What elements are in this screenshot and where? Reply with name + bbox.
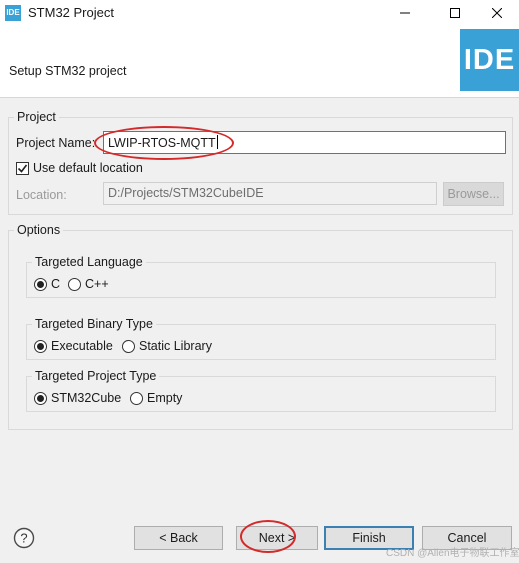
radio-button [122,339,135,353]
targeted-language-title: Targeted Language [32,255,146,269]
radio-project-stm32cube-label: STM32Cube [51,391,122,405]
svg-text:?: ? [20,531,27,546]
radio-button [34,339,47,353]
checkbox-box [16,161,29,175]
radio-language-c[interactable]: C [34,277,60,291]
minimize-button[interactable] [382,0,428,26]
radio-button [34,391,47,405]
radio-project-stm32cube[interactable]: STM32Cube [34,391,121,405]
location-label: Location: [16,188,67,202]
wizard-page-title: Setup STM32 project [9,64,127,78]
radio-language-c-label: C [51,277,61,291]
project-name-label: Project Name: [16,136,96,150]
use-default-location-label: Use default location [33,161,143,175]
radio-binary-static-library-label: Static Library [139,339,212,353]
close-icon [492,8,502,18]
window-title: STM32 Project [28,5,114,20]
options-group-title: Options [14,223,64,237]
radio-project-empty[interactable]: Empty [130,391,182,405]
location-value: D:/Projects/STM32CubeIDE [108,186,264,200]
use-default-location-checkbox[interactable]: Use default location [16,161,143,175]
radio-project-empty-label: Empty [147,391,183,405]
wizard-banner: Setup STM32 project IDE [0,26,519,98]
ide-logo: IDE [460,29,519,91]
radio-binary-static-library[interactable]: Static Library [122,339,212,353]
browse-button[interactable]: Browse... [443,182,504,206]
help-icon[interactable]: ? [13,527,35,549]
radio-button [34,277,47,291]
radio-language-cpp-label: C++ [85,277,109,291]
stm32-project-dialog: IDE STM32 Project Setup STM32 project ID… [0,0,519,563]
radio-button [130,391,143,405]
radio-binary-executable-label: Executable [51,339,113,353]
radio-language-cpp[interactable]: C++ [68,277,109,291]
minimize-icon [400,12,410,14]
app-icon: IDE [5,5,21,21]
next-button-annotation [240,520,296,553]
targeted-project-type-title: Targeted Project Type [32,369,160,383]
maximize-icon [450,8,460,18]
maximize-button[interactable] [432,0,478,26]
project-group-title: Project [14,110,59,124]
close-button[interactable] [474,0,519,26]
project-name-annotation [94,126,234,160]
title-bar: IDE STM32 Project [0,0,519,26]
targeted-binary-title: Targeted Binary Type [32,317,156,331]
location-input[interactable]: D:/Projects/STM32CubeIDE [103,182,437,205]
watermark: CSDN @Allen电子物联工作室 [386,548,519,559]
radio-binary-executable[interactable]: Executable [34,339,113,353]
radio-button [68,277,81,291]
back-button[interactable]: < Back [134,526,223,550]
checkmark-icon [17,164,28,173]
